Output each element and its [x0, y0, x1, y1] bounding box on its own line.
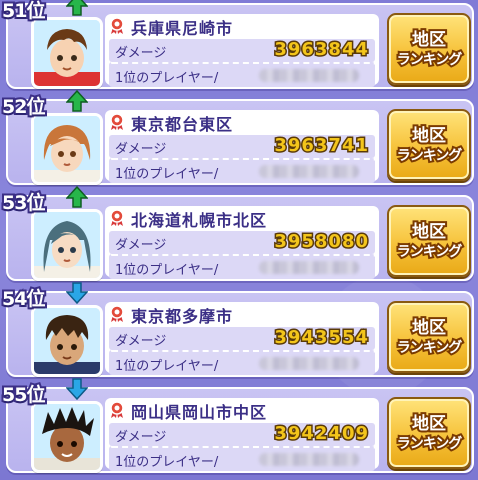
top-player-label: 1位のプレイヤー/ [115, 263, 219, 278]
button-line1: 地区 [410, 316, 448, 340]
ranking-row: 51位 兵庫県尼崎市 ダメージ 3963844 1位のプレイヤー/ 地区 ランキ… [0, 0, 478, 92]
button-line1: 地区 [410, 28, 448, 52]
top-player-name-blurred [259, 453, 359, 466]
ranking-info: 東京都台東区 ダメージ 3963741 1位のプレイヤー/ [105, 110, 379, 183]
region-ranking-button[interactable]: 地区 ランキング [387, 13, 471, 85]
city-name: 北海道札幌市北区 [131, 211, 268, 230]
rank-number: 53位 [0, 190, 47, 216]
button-line2: ランキング [395, 242, 465, 262]
medal-icon [110, 305, 124, 322]
damage-label: ダメージ [115, 142, 167, 157]
ranking-row: 52位 東京都台東区 ダメージ 3963741 1位のプレイヤー/ 地区 ランキ… [0, 90, 478, 188]
city-name: 岡山県岡山市中区 [131, 403, 268, 422]
player-avatar [31, 401, 103, 473]
player-avatar [31, 17, 103, 89]
damage-label: ダメージ [115, 46, 167, 61]
top-player-name-blurred [259, 357, 359, 370]
medal-icon [110, 17, 124, 34]
region-ranking-button[interactable]: 地区 ランキング [387, 301, 471, 373]
button-line2: ランキング [395, 50, 465, 70]
top-player-label: 1位のプレイヤー/ [115, 455, 219, 470]
rank-down-icon [66, 378, 88, 400]
damage-label: ダメージ [115, 238, 167, 253]
damage-value: 3943554 [273, 326, 370, 350]
top-player-label: 1位のプレイヤー/ [115, 167, 219, 182]
top-player-name-blurred [259, 69, 359, 82]
button-line1: 地区 [410, 124, 448, 148]
rank-number: 55位 [0, 382, 47, 408]
medal-icon [110, 113, 124, 130]
top-player-label: 1位のプレイヤー/ [115, 359, 219, 374]
medal-icon [110, 401, 124, 418]
rank-up-icon [66, 0, 88, 16]
ranking-info: 岡山県岡山市中区 ダメージ 3942409 1位のプレイヤー/ [105, 398, 379, 471]
button-line2: ランキング [395, 338, 465, 358]
player-avatar [31, 113, 103, 185]
city-name: 東京都多摩市 [131, 307, 234, 326]
ranking-row: 53位 北海道札幌市北区 ダメージ 3958080 1位のプレイヤー/ 地区 ラ… [0, 186, 478, 284]
damage-value: 3963741 [273, 134, 370, 158]
ranking-row: 54位 東京都多摩市 ダメージ 3943554 1位のプレイヤー/ 地区 ランキ… [0, 282, 478, 380]
city-name: 東京都台東区 [131, 115, 234, 134]
damage-label: ダメージ [115, 430, 167, 445]
rank-up-icon [66, 90, 88, 112]
damage-value: 3963844 [273, 38, 370, 62]
ranking-info: 兵庫県尼崎市 ダメージ 3963844 1位のプレイヤー/ [105, 14, 379, 87]
rank-number: 51位 [0, 0, 47, 24]
region-ranking-button[interactable]: 地区 ランキング [387, 397, 471, 469]
damage-value: 3942409 [273, 422, 370, 446]
top-player-label: 1位のプレイヤー/ [115, 71, 219, 86]
ranking-info: 東京都多摩市 ダメージ 3943554 1位のプレイヤー/ [105, 302, 379, 375]
button-line2: ランキング [395, 146, 465, 166]
button-line1: 地区 [410, 220, 448, 244]
button-line2: ランキング [395, 434, 465, 454]
damage-value: 3958080 [273, 230, 370, 254]
top-player-name-blurred [259, 261, 359, 274]
rank-down-icon [66, 282, 88, 304]
region-ranking-button[interactable]: 地区 ランキング [387, 109, 471, 181]
city-name: 兵庫県尼崎市 [131, 19, 234, 38]
ranking-row: 55位 岡山県岡山市中区 ダメージ 3942409 1位のプレイヤー/ 地区 ラ… [0, 378, 478, 476]
region-ranking-button[interactable]: 地区 ランキング [387, 205, 471, 277]
button-line1: 地区 [410, 412, 448, 436]
player-avatar [31, 305, 103, 377]
player-avatar [31, 209, 103, 281]
ranking-info: 北海道札幌市北区 ダメージ 3958080 1位のプレイヤー/ [105, 206, 379, 279]
rank-up-icon [66, 186, 88, 208]
damage-label: ダメージ [115, 334, 167, 349]
medal-icon [110, 209, 124, 226]
top-player-name-blurred [259, 165, 359, 178]
ranking-list: 51位 兵庫県尼崎市 ダメージ 3963844 1位のプレイヤー/ 地区 ランキ… [0, 0, 478, 480]
rank-number: 54位 [0, 286, 47, 312]
rank-number: 52位 [0, 94, 47, 120]
